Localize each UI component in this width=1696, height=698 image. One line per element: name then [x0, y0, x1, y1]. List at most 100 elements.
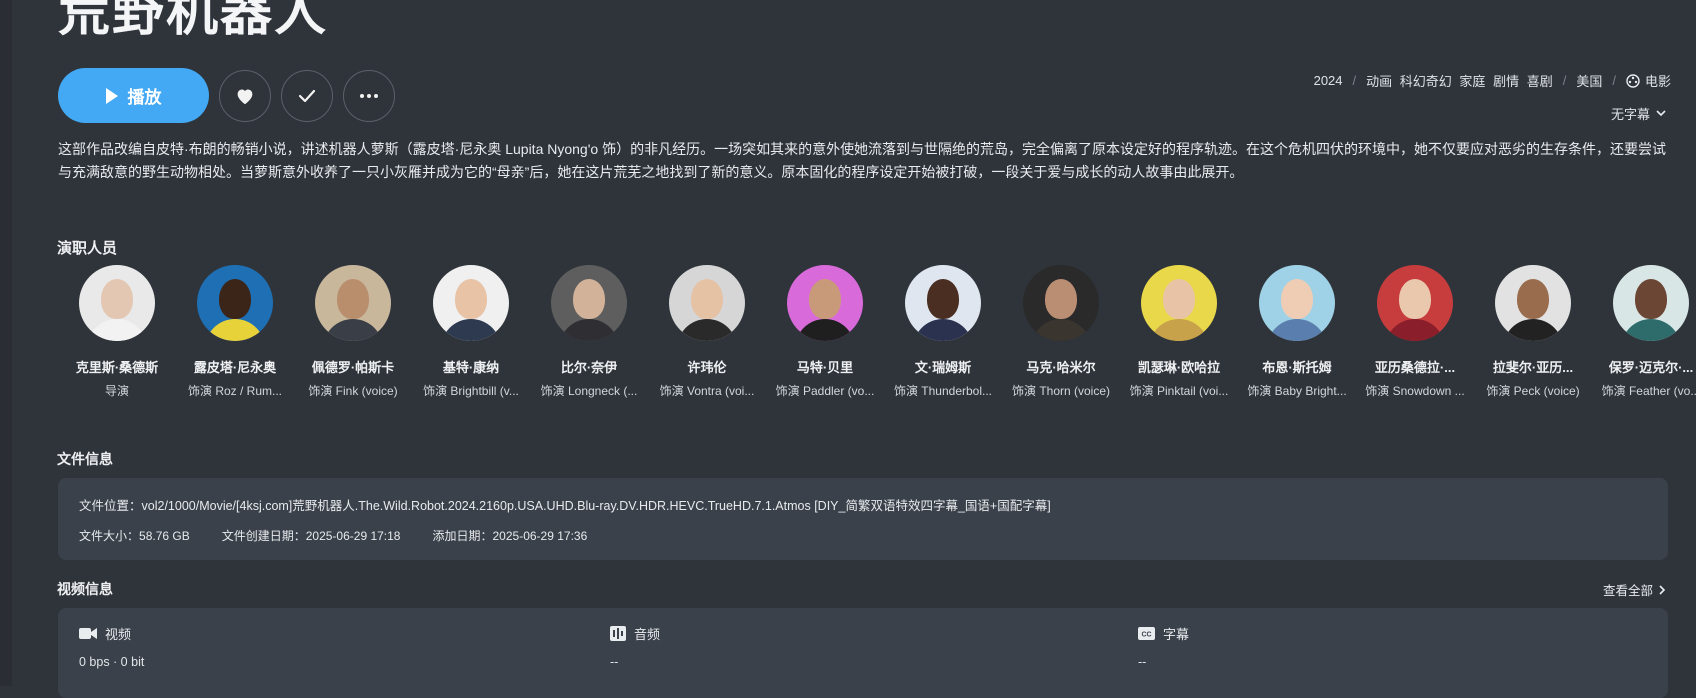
file-path-row: 文件位置：vol2/1000/Movie/[4ksj.com]荒野机器人.The…	[79, 495, 1051, 514]
file-size-value: 58.76 GB	[139, 529, 190, 543]
subtitle-stream-column: CC 字幕 --	[1138, 624, 1189, 669]
cast-member[interactable]: 露皮塔·尼永奥 饰演 Roz / Rum...	[176, 265, 294, 399]
file-added-label: 添加日期：	[432, 529, 493, 543]
meta-separator: /	[1562, 73, 1567, 88]
cast-role: 饰演 Snowdown ...	[1365, 384, 1465, 398]
avatar-shoulders	[1385, 319, 1445, 341]
subtitle-value: --	[1138, 655, 1147, 669]
avatar	[433, 265, 509, 341]
svg-text:CC: CC	[1141, 632, 1151, 639]
avatar-face	[1635, 279, 1667, 319]
cast-member[interactable]: 基特·康纳 饰演 Brightbill (v...	[412, 265, 530, 399]
favorite-button[interactable]	[219, 69, 271, 122]
cast-member[interactable]: 许玮伦 饰演 Vontra (voi...	[648, 265, 766, 399]
avatar-face	[337, 279, 369, 319]
file-created-value: 2025-06-29 17:18	[305, 529, 401, 543]
cast-member[interactable]: 马克·哈米尔 饰演 Thorn (voice)	[1002, 265, 1120, 399]
avatar	[1377, 265, 1453, 341]
cast-role: 饰演 Thunderbol...	[893, 384, 993, 398]
heart-icon	[237, 88, 253, 104]
avatar	[905, 265, 981, 341]
avatar-shoulders	[677, 319, 737, 341]
subtitle-label: 字幕	[1163, 627, 1190, 642]
genre-tag[interactable]: 动画	[1366, 74, 1392, 89]
video-stream-column: 视频 0 bps · 0 bit	[79, 624, 144, 669]
cast-role: 饰演 Fink (voice)	[308, 384, 398, 398]
avatar-face	[573, 279, 605, 319]
file-created: 文件创建日期：2025-06-29 17:18	[222, 527, 401, 544]
video-info-title: 视频信息	[57, 581, 113, 597]
view-all-link[interactable]: 查看全部	[1603, 580, 1666, 599]
cast-role: 导演	[104, 384, 129, 398]
media-type-label: 电影	[1644, 74, 1671, 89]
avatar-face	[1281, 279, 1313, 319]
genre-tag[interactable]: 剧情	[1493, 74, 1519, 89]
avatar-shoulders	[913, 319, 973, 341]
avatar	[1613, 265, 1689, 341]
cast-member[interactable]: 保罗·迈克尔·... 饰演 Feather (vo...	[1592, 265, 1696, 399]
avatar-shoulders	[441, 319, 501, 341]
cast-role: 饰演 Baby Bright...	[1247, 384, 1347, 398]
cast-member[interactable]: 凯瑟琳·欧哈拉 饰演 Pinktail (voi...	[1120, 265, 1238, 399]
cast-role: 饰演 Feather (vo...	[1601, 384, 1696, 398]
cast-role: 饰演 Thorn (voice)	[1011, 384, 1111, 398]
cast-member[interactable]: 亚历桑德拉·... 饰演 Snowdown ...	[1356, 265, 1474, 399]
cast-member[interactable]: 拉斐尔·亚历... 饰演 Peck (voice)	[1474, 265, 1592, 399]
file-path-value: vol2/1000/Movie/[4ksj.com]荒野机器人.The.Wild…	[141, 499, 1051, 513]
genre-tag[interactable]: 科幻奇幻	[1400, 74, 1452, 89]
avatar	[551, 265, 627, 341]
more-options-button[interactable]	[343, 69, 395, 122]
avatar-shoulders	[1621, 319, 1681, 341]
cast-member[interactable]: 比尔·奈伊饰演 Longneck (...	[530, 265, 648, 399]
play-icon	[105, 87, 118, 104]
more-icon	[360, 93, 378, 98]
avatar-face	[101, 279, 133, 319]
cast-role: 饰演 Vontra (voi...	[659, 384, 755, 398]
release-year: 2024	[1313, 73, 1343, 88]
metadata-row: 2024 / 动画 科幻奇幻 家庭 剧情 喜剧 / 美国 / 电影	[1314, 71, 1671, 90]
cast-member[interactable]: 文·瑞姆斯 饰演 Thunderbol...	[884, 265, 1002, 399]
video-label: 视频	[105, 627, 132, 642]
avatar-face	[927, 279, 959, 319]
meta-separator: /	[1612, 73, 1616, 88]
genre-tag[interactable]: 家庭	[1459, 74, 1485, 89]
view-all-label: 查看全部	[1602, 584, 1653, 598]
play-button[interactable]: 播放	[58, 68, 209, 123]
cast-member[interactable]: 佩德罗·帕斯卡 饰演 Fink (voice)	[294, 265, 412, 399]
cast-name: 马特·贝里	[796, 360, 854, 375]
cast-role: 饰演 Longneck (...	[540, 384, 638, 398]
avatar	[1023, 265, 1099, 341]
cast-member[interactable]: 克里斯·桑德斯 导演	[58, 265, 176, 399]
check-icon	[298, 89, 316, 102]
cast-member[interactable]: 马特·贝里饰演 Paddler (vo...	[766, 265, 884, 399]
genre-list: 动画 科幻奇幻 家庭 剧情 喜剧	[1366, 71, 1553, 90]
cast-role: 饰演 Paddler (vo...	[775, 384, 875, 398]
file-size-label: 文件大小：	[79, 529, 140, 543]
cast-member[interactable]: 布恩·斯托姆饰演 Baby Bright...	[1238, 265, 1356, 399]
cast-name: 克里斯·桑德斯	[75, 360, 159, 375]
avatar-shoulders	[87, 319, 147, 341]
cast-list: 克里斯·桑德斯 导演 露皮塔·尼永奥 饰演 Roz / Rum... 佩德罗·帕斯卡 饰演…	[58, 265, 1696, 399]
movie-title: 荒野机器人	[58, 0, 329, 42]
audio-value: --	[610, 655, 619, 669]
file-added: 添加日期：2025-06-29 17:36	[432, 527, 587, 544]
video-camera-icon	[79, 628, 97, 639]
cast-name: 比尔·奈伊	[560, 360, 618, 375]
cast-name: 基特·康纳	[442, 360, 500, 375]
audio-waveform-icon	[610, 626, 626, 641]
file-info-card: 文件位置：vol2/1000/Movie/[4ksj.com]荒野机器人.The…	[58, 478, 1668, 560]
avatar	[1495, 265, 1571, 341]
file-created-label: 文件创建日期：	[221, 529, 306, 543]
closed-caption-icon: CC	[1138, 627, 1155, 640]
play-button-label: 播放	[127, 88, 162, 107]
genre-tag[interactable]: 喜剧	[1527, 74, 1553, 89]
avatar	[315, 265, 391, 341]
avatar-shoulders	[1149, 319, 1209, 341]
film-reel-icon	[1626, 73, 1640, 88]
subtitle-select[interactable]: 无字幕	[1611, 104, 1666, 123]
country[interactable]: 美国	[1576, 71, 1602, 90]
cast-name: 布恩·斯托姆	[1262, 360, 1332, 375]
mark-watched-button[interactable]	[281, 69, 333, 122]
cast-name: 露皮塔·尼永奥	[193, 360, 277, 375]
file-path-label: 文件位置：	[79, 499, 142, 513]
